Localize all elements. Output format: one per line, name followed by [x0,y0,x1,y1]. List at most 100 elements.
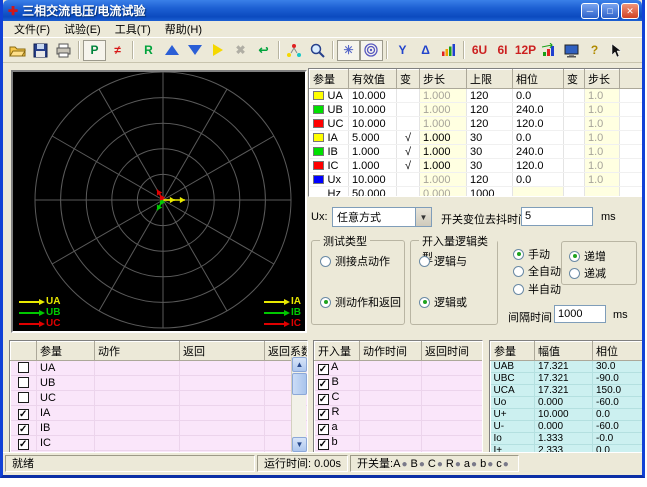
checkbox-icon[interactable]: ✓ [318,424,329,435]
table-row[interactable]: ✓IA [11,406,309,421]
checkbox-cell[interactable]: ✓ C [315,391,360,406]
limit-cell[interactable]: 30 [467,145,513,159]
start-icon[interactable] [206,40,229,61]
value-cell[interactable]: 50.000 [349,187,397,198]
phase-step-cell[interactable] [585,187,620,198]
checkbox-icon[interactable]: ✓ [18,424,29,435]
radio-icon[interactable] [320,297,331,308]
checkbox-icon[interactable]: ✓ [318,394,329,405]
step-cell[interactable]: 1.000 [420,173,467,187]
checkbox-icon[interactable]: ✓ [18,409,29,420]
checkbox-icon[interactable]: ✓ [318,379,329,390]
phase-step-cell[interactable]: 1.0 [585,173,620,187]
checkbox-cell[interactable]: ✓ [11,421,37,436]
wye-connection-icon[interactable]: Y [391,40,414,61]
table-row[interactable]: ✓ A [315,361,484,376]
close-button[interactable]: ✕ [621,3,639,19]
checkbox-cell[interactable]: ✓ R [315,406,360,421]
not-equal-icon[interactable]: ≠ [106,40,129,61]
table-row[interactable]: IA5.000√1.000300.01.0 [310,131,646,145]
phasor-chart[interactable]: UAUBUC IAIBIC [11,70,307,333]
checkbox-icon[interactable] [18,392,29,403]
menu-item-0[interactable]: 文件(F) [7,20,57,38]
table-row[interactable]: ✓ R [315,406,484,421]
checkbox-cell[interactable]: ✓ [11,406,37,421]
table-row[interactable]: UC [11,391,309,406]
table-row[interactable]: UA [11,361,309,376]
vary2-cell[interactable] [564,187,585,198]
ux-mode-dropdown[interactable]: 任意方式 ▼ [332,207,432,227]
vary-cell[interactable] [397,187,420,198]
value-cell[interactable]: 5.000 [349,131,397,145]
radio-icon[interactable] [569,251,580,262]
value-cell[interactable]: 10.000 [349,117,397,131]
value-cell[interactable]: 1.000 [349,159,397,173]
checkbox-icon[interactable] [18,377,29,388]
vary-cell[interactable]: √ [397,159,420,173]
vary2-cell[interactable] [564,103,585,117]
vary-cell[interactable] [397,173,420,187]
step-cell[interactable]: 1.000 [420,145,467,159]
phase-cell[interactable]: 0.0 [513,89,564,103]
radio-decrease[interactable]: 递减 [569,265,606,281]
checkbox-cell[interactable]: ✓ b [315,436,360,451]
vary2-cell[interactable] [564,159,585,173]
checkbox-icon[interactable]: ✓ [318,364,329,375]
table-row[interactable]: Ux10.0001.0001200.01.0 [310,173,646,187]
table-row[interactable]: ✓ C [315,391,484,406]
table-row[interactable]: Hz50.0000.0001000 [310,187,646,198]
minimize-button[interactable]: ─ [581,3,599,19]
phase-cell[interactable]: 240.0 [513,145,564,159]
reset-icon[interactable]: R [137,40,160,61]
radio-test-action-return[interactable]: 测动作和返回 [320,294,401,310]
step-cell[interactable]: 1.000 [420,131,467,145]
monitor-icon[interactable] [560,40,583,61]
radio-icon[interactable] [513,266,524,277]
step-up-icon[interactable] [160,40,183,61]
star-icon[interactable]: ✳ [337,40,360,61]
phasor-icon[interactable] [283,40,306,61]
vary2-cell[interactable] [564,131,585,145]
step-cell[interactable]: 1.000 [420,103,467,117]
radio-logic-and[interactable]: 逻辑与 [419,253,467,269]
limit-cell[interactable]: 30 [467,159,513,173]
radio-icon[interactable] [513,249,524,260]
phase-cell[interactable]: 240.0 [513,103,564,117]
phase-cell[interactable]: 120.0 [513,117,564,131]
radio-icon[interactable] [569,268,580,279]
step-cell[interactable]: 1.000 [420,89,467,103]
scroll-thumb[interactable] [292,373,307,395]
vary-cell[interactable] [397,103,420,117]
value-cell[interactable]: 10.000 [349,173,397,187]
phase-cell[interactable]: 120.0 [513,159,564,173]
phase-cell[interactable]: 0.0 [513,131,564,145]
checkbox-cell[interactable] [11,376,37,391]
radio-logic-or[interactable]: 逻辑或 [419,294,467,310]
help-icon[interactable]: ? [583,40,606,61]
menu-item-3[interactable]: 帮助(H) [158,20,209,38]
phase-cell[interactable]: 0.0 [513,173,564,187]
scroll-up-icon[interactable]: ▲ [292,357,307,372]
table-row[interactable]: ✓ a [315,421,484,436]
phase-step-cell[interactable]: 1.0 [585,159,620,173]
value-cell[interactable]: 1.000 [349,145,397,159]
table-row[interactable]: UB [11,376,309,391]
zoom-icon[interactable] [306,40,329,61]
chevron-down-icon[interactable]: ▼ [415,208,431,226]
checkbox-icon[interactable] [18,362,29,373]
open-file-icon[interactable] [6,40,29,61]
undo-icon[interactable]: ↩ [252,40,275,61]
checkbox-icon[interactable]: ✓ [318,409,329,420]
checkbox-cell[interactable] [11,391,37,406]
limit-cell[interactable]: 120 [467,89,513,103]
table-row[interactable]: ✓IB [11,421,309,436]
radio-full-auto[interactable]: 全自动 [513,263,561,279]
vary-cell[interactable]: √ [397,131,420,145]
checkbox-icon[interactable]: ✓ [318,439,329,450]
table-row[interactable]: UB10.0001.000120240.01.0 [310,103,646,117]
six-u-icon[interactable]: 6U [468,40,491,61]
checkbox-cell[interactable]: ✓ a [315,421,360,436]
p-mode-icon[interactable]: P [83,40,106,61]
vary2-cell[interactable] [564,145,585,159]
table-row[interactable]: IB1.000√1.00030240.01.0 [310,145,646,159]
